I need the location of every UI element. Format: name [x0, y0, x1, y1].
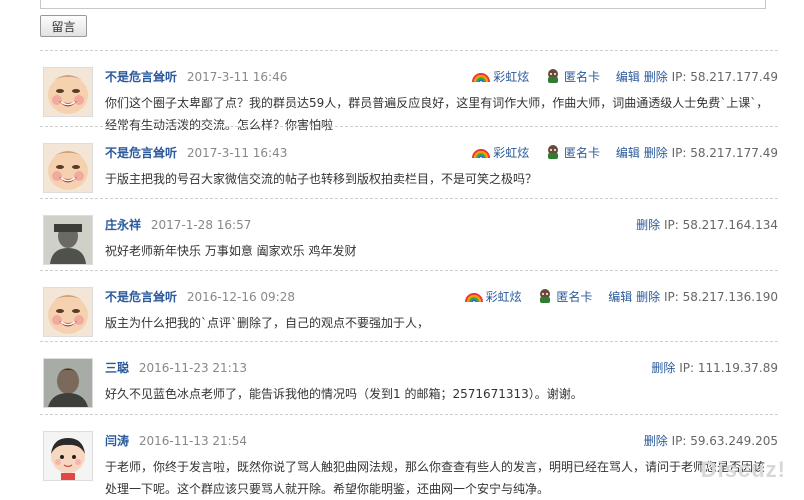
comment-item: 三聪 2016-11-23 21:13 删除 IP: 111.19.37.89 …: [40, 341, 778, 414]
rainbow-icon: [472, 149, 491, 159]
comment-text: 祝好老师新年快乐 万事如意 阖家欢乐 鸡年发财: [105, 244, 357, 258]
magic-anonymous[interactable]: 匿名卡: [545, 68, 600, 86]
ip-address: IP: 58.217.136.190: [663, 290, 778, 304]
rainbow-icon: [472, 73, 491, 83]
ip-address: IP: 59.63.249.205: [671, 434, 778, 448]
edit-link[interactable]: 编辑: [608, 290, 632, 304]
delete-link[interactable]: 删除: [644, 70, 668, 84]
ip-address: IP: 58.217.177.49: [671, 146, 778, 160]
delete-link[interactable]: 删除: [636, 218, 660, 232]
avatar[interactable]: [43, 67, 93, 117]
delete-link[interactable]: 删除: [644, 146, 668, 160]
comment-item: 庄永祥 2017-1-28 16:57 删除 IP: 58.217.164.13…: [40, 198, 778, 271]
comment-username[interactable]: 不是危言耸听: [105, 146, 177, 160]
comment-username[interactable]: 不是危言耸听: [105, 290, 177, 304]
comment-username[interactable]: 不是危言耸听: [105, 70, 177, 84]
magic-anonymous[interactable]: 匿名卡: [537, 288, 592, 306]
edit-link[interactable]: 编辑: [616, 146, 640, 160]
magic-rainbow[interactable]: 彩虹炫: [464, 288, 522, 306]
magic-rainbow[interactable]: 彩虹炫: [472, 68, 529, 86]
comment-time: 2016-12-16 09:28: [186, 290, 295, 304]
comment-time: 2017-3-11 16:46: [186, 70, 288, 84]
anonymous-card-icon: [548, 69, 559, 83]
avatar[interactable]: [43, 287, 93, 337]
avatar[interactable]: [43, 431, 93, 481]
comment-text: 版主为什么把我的`点评`删除了，自己的观点不要强加于人，: [105, 316, 430, 330]
comment-text: 于版主把我的号召大家微信交流的帖子也转移到版权拍卖栏目，不是可笑之极吗？: [105, 172, 538, 186]
anonymous-card-icon: [540, 289, 551, 303]
comment-text: 于老师，你终于发言啦，既然你说了骂人触犯曲网法规，那么你查查有些人的发言，明明已…: [105, 460, 766, 496]
scrollbar[interactable]: [787, 0, 804, 489]
comment-username[interactable]: 闫涛: [105, 434, 129, 448]
comment-time: 2016-11-13 21:54: [138, 434, 247, 448]
comment-item: 不是危言耸听 2017-3-11 16:43 彩虹炫 匿名卡 编辑 删除 IP:…: [40, 126, 778, 200]
comment-time: 2016-11-23 21:13: [138, 361, 247, 375]
delete-link[interactable]: 删除: [644, 434, 668, 448]
avatar[interactable]: [43, 358, 93, 408]
message-textarea[interactable]: [40, 0, 766, 9]
discuz-watermark: Discuz!: [700, 457, 786, 482]
comment-item: 不是危言耸听 2017-3-11 16:46 彩虹炫 匿名卡 编辑 删除 IP:…: [40, 50, 778, 132]
comment-username[interactable]: 庄永祥: [105, 218, 141, 232]
avatar[interactable]: [43, 215, 93, 265]
user-photo: [44, 216, 92, 264]
magic-anonymous[interactable]: 匿名卡: [545, 144, 600, 162]
comment-time: 2017-1-28 16:57: [150, 218, 252, 232]
comment-item: 闫涛 2016-11-13 21:54 删除 IP: 59.63.249.205…: [40, 414, 778, 496]
rainbow-icon: [464, 293, 483, 303]
user-photo: [44, 359, 92, 407]
comment-item: 不是危言耸听 2016-12-16 09:28 彩虹炫 匿名卡 编辑 删除 IP…: [40, 270, 778, 343]
delete-link[interactable]: 删除: [651, 361, 675, 375]
submit-message-button[interactable]: 留言: [40, 15, 87, 37]
user-photo: [44, 432, 92, 480]
ip-address: IP: 58.217.177.49: [671, 70, 778, 84]
anonymous-card-icon: [548, 145, 559, 159]
comment-username[interactable]: 三聪: [105, 361, 129, 375]
avatar[interactable]: [43, 143, 93, 193]
comment-text: 好久不见蓝色冰点老师了，能告诉我他的情况吗（发到1 的邮箱；2571671313…: [105, 387, 583, 401]
ip-address: IP: 111.19.37.89: [679, 361, 778, 375]
comment-time: 2017-3-11 16:43: [186, 146, 288, 160]
ip-address: IP: 58.217.164.134: [663, 218, 778, 232]
magic-rainbow[interactable]: 彩虹炫: [472, 144, 529, 162]
delete-link[interactable]: 删除: [636, 290, 660, 304]
edit-link[interactable]: 编辑: [616, 70, 640, 84]
